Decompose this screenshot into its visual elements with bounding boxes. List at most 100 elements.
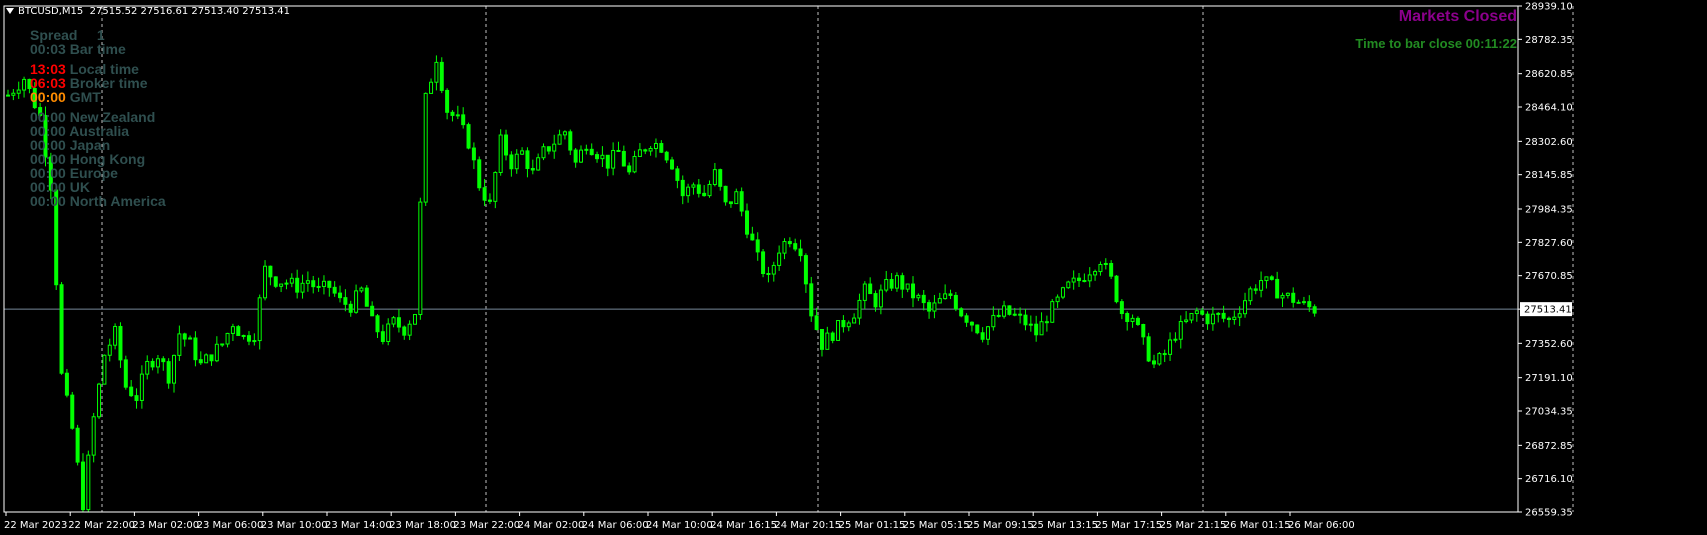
candle [86,450,91,512]
candle [134,388,139,409]
candle [450,110,455,122]
candle [300,274,305,299]
candle [214,336,219,363]
candle [520,147,525,156]
candle-body [284,282,289,285]
candle [670,156,675,170]
candle-body [113,325,118,346]
candle [1210,306,1215,331]
menu-triangle-icon[interactable] [6,8,14,14]
candle-body [948,293,953,296]
candle [884,270,889,293]
candle-body [1275,278,1280,299]
candle-body [434,61,439,83]
candle [659,140,664,154]
candle [568,129,573,156]
candle-body [493,172,498,202]
candle [418,197,423,320]
candle [825,326,830,350]
markets-status: Markets Closed [1398,8,1517,25]
candle [975,324,980,335]
candle-body [985,326,990,340]
candle-body [102,354,107,385]
candle-body [354,290,359,313]
candle-body [198,359,203,364]
candle-body [819,328,824,350]
candle-body [814,315,819,330]
candle-body [391,317,396,325]
x-tick-label: 24 Mar 06:00 [582,520,649,531]
candle [1141,323,1146,345]
candle-body [707,183,712,197]
y-tick-label: 27984.35 [1525,205,1573,216]
candle [220,343,225,347]
candle [311,275,316,294]
candle-body [777,252,782,266]
candle [129,380,134,397]
candle-body [1141,323,1146,338]
bar-close-timer: Time to bar close 00:11:22 [1355,36,1517,51]
candle-body [80,461,85,511]
candle [1066,280,1071,289]
candle [498,129,503,176]
candle [284,279,289,290]
candle [327,280,332,297]
candle [1162,349,1167,363]
candle [396,309,401,333]
session-time: 00:00 [30,193,66,209]
candle-body [161,358,166,363]
candle [578,145,583,164]
candle-body [584,148,589,151]
candle-body [659,143,664,153]
candle [407,320,412,341]
candle-body [1226,317,1231,321]
price-chart[interactable]: 28939.10 28782.35 28620.85 28464.10 28302.60… [0,0,1707,535]
candle-body [1248,288,1253,302]
candle [1178,315,1183,349]
candle-body [589,148,594,156]
y-tick-label: 27191.10 [1525,373,1573,384]
candle [70,391,75,430]
candle-body [396,317,401,328]
candle [836,320,841,341]
candle [680,175,685,205]
candle-body [177,333,182,356]
candle-body [943,293,948,300]
candle [787,237,792,248]
candle [969,321,974,332]
candle-body [1151,360,1156,365]
candle-body [348,303,353,313]
candle-body [1232,316,1237,321]
candle-body [878,289,883,308]
candle [1125,311,1130,331]
candle-body [996,314,1001,317]
y-tick-label: 28939.10 [1525,2,1573,13]
candle [273,276,278,289]
candle [739,187,744,217]
candle-body [461,114,466,126]
candle [948,289,953,300]
candle-body [1055,296,1060,303]
candle-body [386,323,391,342]
x-tick-label: 22 Mar 22:00 [68,520,135,531]
candle [1060,286,1065,300]
candle [718,168,723,191]
candle-body [204,354,209,364]
candle-body [578,149,583,163]
candle [466,122,471,150]
candle-body [295,277,300,293]
candle [1007,305,1012,316]
candle [1077,273,1082,287]
candle-body [1012,313,1017,316]
candle [536,153,541,171]
candle-body [1082,280,1087,283]
candle [59,282,64,375]
chart-window[interactable]: 28939.10 28782.35 28620.85 28464.10 28302.60… [0,0,1707,535]
candle [814,307,819,331]
candle-body [653,143,658,149]
candle-body [343,297,348,305]
candle [552,134,557,159]
candle-body [429,81,434,94]
candle [477,156,482,191]
candle [279,283,284,293]
